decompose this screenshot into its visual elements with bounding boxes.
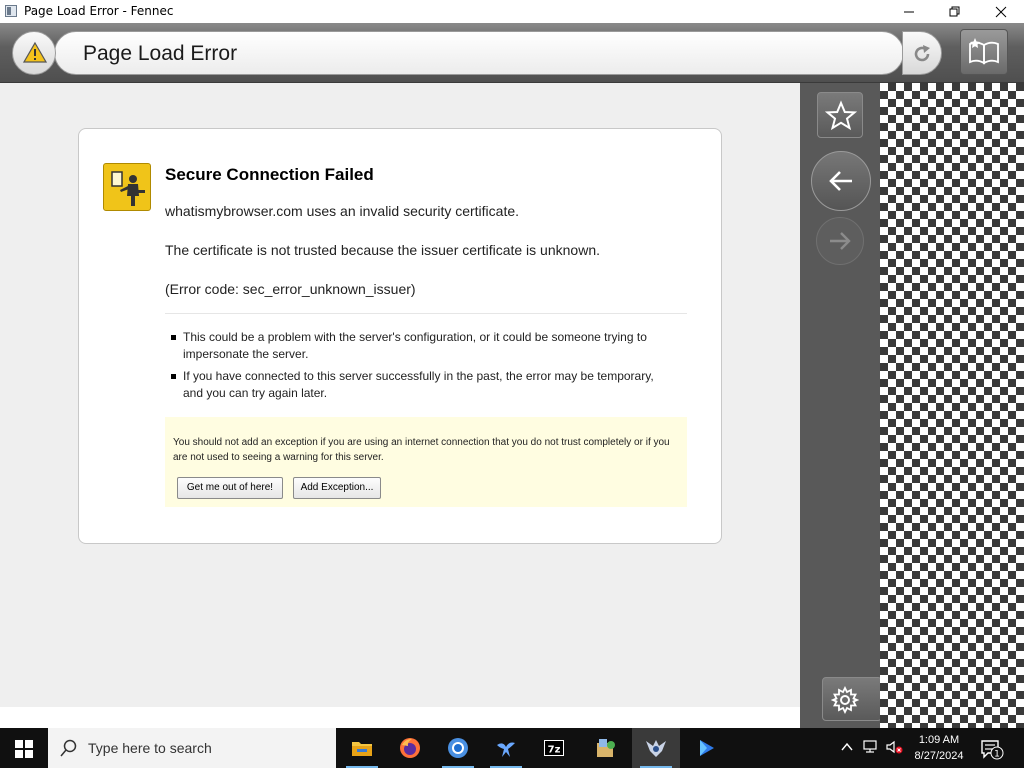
notification-icon: 1 (981, 740, 1004, 760)
taskbar-firefox[interactable] (386, 728, 434, 768)
back-arrow-icon (829, 171, 852, 191)
taskbar-7zip[interactable]: 7z (530, 728, 578, 768)
list-item: If you have connected to this server suc… (171, 368, 661, 402)
taskbar-clock[interactable]: 1:09 AM 8/27/2024 (905, 732, 973, 764)
get-me-out-button[interactable]: Get me out of here! (177, 477, 283, 499)
taskbar-fennec[interactable] (632, 728, 680, 768)
url-bar[interactable]: Page Load Error (54, 31, 904, 75)
taskbar-app-bird[interactable] (482, 728, 530, 768)
folder-icon (352, 742, 372, 756)
volume-muted-icon[interactable] (886, 740, 904, 754)
forward-button[interactable] (816, 217, 864, 265)
clock-time: 1:09 AM (918, 734, 960, 746)
settings-gear-icon (831, 686, 859, 714)
navigation-sidebar (800, 83, 882, 728)
minimize-button[interactable] (886, 0, 932, 23)
taskbar-chromium[interactable] (434, 728, 482, 768)
bookmark-button[interactable] (817, 92, 863, 138)
toolbar: Page Load Error (0, 23, 1024, 83)
exception-warning-panel: You should not add an exception if you a… (165, 417, 687, 507)
error-bullet-list: This could be a problem with the server'… (171, 329, 661, 407)
restore-icon (949, 6, 960, 17)
error-box: Secure Connection Failed whatismybrowser… (78, 128, 722, 544)
window-title: Page Load Error - Fennec (24, 4, 174, 18)
transparent-background (880, 83, 1024, 728)
close-button[interactable] (978, 0, 1024, 23)
taskbar-copilot[interactable] (682, 728, 730, 768)
svg-text:7z: 7z (548, 745, 561, 756)
reload-icon (914, 45, 930, 62)
title-bar: Page Load Error - Fennec (0, 0, 1024, 23)
app-icon (5, 5, 17, 17)
minimize-icon (904, 11, 914, 13)
windows-logo-icon (15, 740, 33, 758)
error-description: whatismybrowser.com uses an invalid secu… (165, 203, 520, 219)
taskbar: Type here to search 7z 1:09 AM 8/27/2024… (0, 728, 1024, 768)
exception-warning-text: You should not add an exception if you a… (173, 437, 670, 463)
add-exception-button[interactable]: Add Exception... (293, 477, 381, 499)
chevron-up-icon[interactable] (840, 740, 854, 754)
fennec-icon (646, 740, 666, 757)
network-icon[interactable] (862, 740, 878, 754)
7zip-icon: 7z (544, 740, 564, 756)
firefox-icon (400, 738, 420, 758)
search-icon (60, 739, 77, 757)
close-icon (995, 6, 1007, 18)
reload-button[interactable] (902, 31, 942, 75)
bird-icon (497, 742, 515, 757)
reader-mode-button[interactable] (960, 29, 1008, 75)
search-placeholder: Type here to search (88, 740, 212, 756)
system-tray (836, 728, 906, 768)
warning-triangle-icon (23, 41, 47, 63)
settings-button[interactable] (822, 677, 882, 721)
taskbar-app-installer[interactable] (582, 728, 630, 768)
forward-arrow-icon (830, 232, 851, 250)
bookmark-star-icon (825, 100, 857, 131)
notification-count: 1 (994, 750, 1000, 760)
divider (165, 313, 687, 314)
error-code: (Error code: sec_error_unknown_issuer) (165, 281, 416, 297)
start-button[interactable] (0, 728, 48, 768)
copilot-icon (700, 740, 714, 756)
taskbar-search[interactable]: Type here to search (48, 728, 336, 768)
clock-date: 8/27/2024 (914, 750, 964, 762)
url-text: Page Load Error (83, 42, 238, 65)
taskbar-file-explorer[interactable] (338, 728, 386, 768)
reader-mode-icon (969, 38, 999, 65)
list-item: This could be a problem with the server'… (171, 329, 661, 363)
certificate-error-icon (103, 163, 151, 211)
back-button[interactable] (811, 151, 871, 211)
notification-center-button[interactable]: 1 (980, 738, 1004, 764)
restore-button[interactable] (932, 0, 978, 23)
page-content: Secure Connection Failed whatismybrowser… (0, 83, 800, 728)
chromium-icon (448, 738, 468, 758)
installer-icon (597, 739, 615, 757)
error-reason: The certificate is not trusted because t… (165, 242, 600, 258)
content-bottom-strip (0, 707, 800, 728)
site-identity-button[interactable] (12, 31, 56, 75)
error-title: Secure Connection Failed (165, 165, 374, 184)
